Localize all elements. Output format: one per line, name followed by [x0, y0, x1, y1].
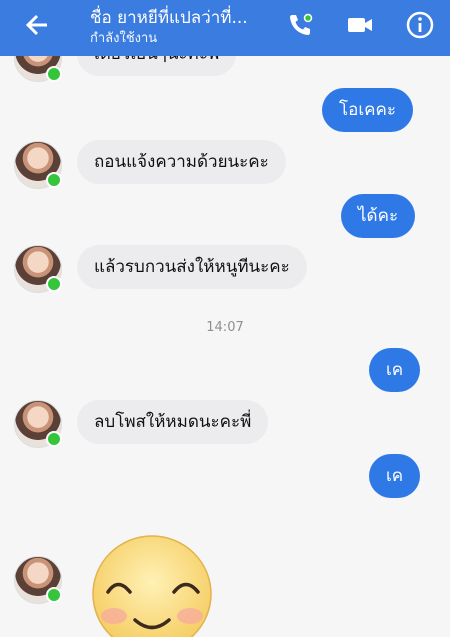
info-icon[interactable] [405, 10, 435, 40]
online-indicator [46, 587, 62, 603]
smiley-sticker-icon[interactable] [90, 532, 214, 637]
outgoing-message[interactable]: เค [369, 348, 421, 392]
outgoing-message[interactable]: เค [369, 454, 421, 498]
online-indicator [46, 172, 62, 188]
back-arrow-icon[interactable] [22, 10, 52, 40]
outgoing-message[interactable]: โอเคคะ [322, 88, 414, 132]
contact-status: กำลังใช้งาน [90, 31, 158, 46]
video-camera-icon[interactable] [345, 10, 375, 40]
chat-header: ชื่อ ยาหยีที่แปลว่าที่... กำลังใช้งาน [0, 0, 450, 56]
phone-icon[interactable] [285, 10, 315, 40]
online-indicator [46, 66, 62, 82]
online-indicator [46, 431, 62, 447]
timestamp: 14:07 [206, 320, 244, 335]
outgoing-message[interactable]: ได้คะ [341, 194, 416, 238]
incoming-message[interactable]: เดี๋ยวเย็นๆนะคะพี่ [77, 56, 237, 76]
incoming-message[interactable]: ถอนแจ้งความด้วยนะคะ [77, 140, 286, 184]
online-indicator [46, 276, 62, 292]
incoming-message[interactable]: ลบโพสให้หมดนะคะพี่ [77, 400, 269, 444]
incoming-message[interactable]: แล้วรบกวนส่งให้หนูทีนะคะ [77, 245, 307, 289]
message-list[interactable]: เดี๋ยวเย็นๆนะคะพี่ โอเคคะ ถอนแจ้งความด้ว… [0, 56, 450, 637]
